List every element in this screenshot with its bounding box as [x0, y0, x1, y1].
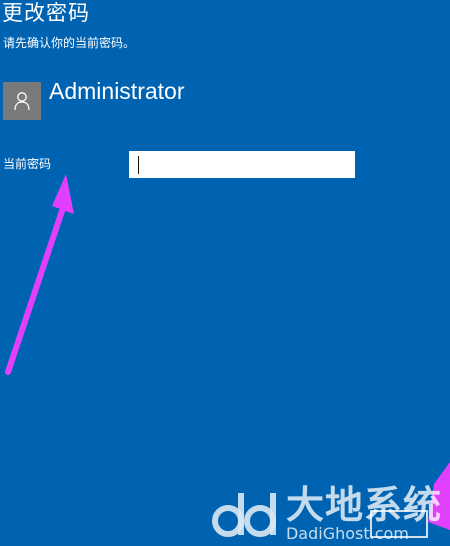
- watermark-brand-en: DadiGhost.com: [285, 524, 409, 543]
- dadi-logo-icon: [211, 493, 276, 537]
- page-title: 更改密码: [2, 1, 90, 25]
- avatar: [3, 82, 41, 120]
- watermark: 大地系统 DadiGhost.com: [210, 486, 442, 542]
- watermark-brand-cn: 大地系统: [285, 483, 442, 527]
- account-name: Administrator: [49, 78, 185, 104]
- current-password-input[interactable]: [129, 151, 355, 178]
- user-icon: [14, 92, 30, 111]
- text-caret: [138, 156, 139, 174]
- page-subtitle: 请先确认你的当前密码。: [3, 36, 136, 50]
- current-password-label: 当前密码: [3, 157, 52, 171]
